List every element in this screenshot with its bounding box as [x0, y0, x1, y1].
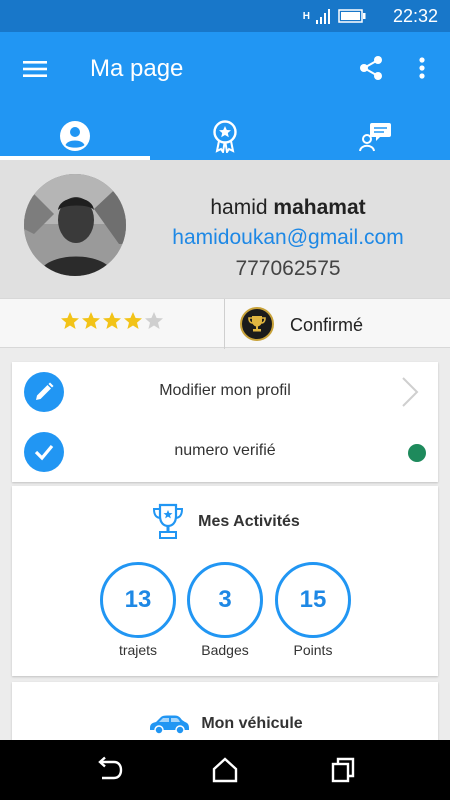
profile-name: hamid mahamat — [150, 196, 426, 220]
stat-trips[interactable]: 13 trajets — [100, 562, 176, 658]
recent-apps-button[interactable] — [328, 756, 358, 784]
star-filled-icon — [124, 312, 142, 329]
stat-label: Badges — [201, 642, 249, 658]
chat-user-icon — [359, 123, 391, 152]
vehicle-header: Mon véhicule — [12, 712, 438, 736]
stat-value: 15 — [275, 562, 351, 638]
activities-header: Mes Activités — [12, 502, 438, 542]
account-circle-icon — [60, 121, 90, 151]
status-time: 22:32 — [392, 6, 438, 26]
verified-circle — [24, 432, 64, 472]
app-bar: Ma page — [0, 32, 450, 160]
stat-points[interactable]: 15 Points — [275, 562, 351, 658]
star-rating — [60, 311, 166, 333]
page-title: Ma page — [90, 55, 184, 82]
trophy-icon — [248, 316, 266, 332]
menu-button[interactable] — [20, 54, 50, 84]
edit-circle — [24, 372, 64, 412]
star-filled-icon — [61, 312, 79, 329]
phone-verified-label: numero verifié — [174, 442, 276, 459]
first-name: hamid — [210, 196, 268, 219]
share-icon — [360, 56, 382, 80]
edit-profile-row[interactable]: Modifier mon profil — [12, 362, 438, 422]
recent-apps-icon — [331, 757, 355, 783]
stat-label: trajets — [118, 642, 158, 658]
avatar-photo-icon — [24, 174, 126, 276]
back-arrow-icon — [98, 756, 123, 780]
trophy-outline-icon — [153, 503, 184, 539]
last-name: mahamat — [273, 196, 366, 219]
stat-value: 13 — [100, 562, 176, 638]
profile-actions-card: Modifier mon profil numero verifié — [12, 362, 438, 482]
status-bar: H 22:32 — [0, 0, 450, 32]
system-nav-bar — [0, 740, 450, 800]
network-type-label: H — [302, 10, 310, 22]
home-icon — [212, 757, 238, 783]
battery-icon — [338, 9, 366, 23]
home-button[interactable] — [210, 756, 240, 784]
star-filled-icon — [82, 312, 100, 329]
stat-badges[interactable]: 3 Badges — [187, 562, 263, 658]
status-icons: H — [303, 7, 366, 25]
verified-status-dot — [408, 444, 426, 462]
rating-bar: Confirmé — [0, 298, 450, 349]
star-filled-icon — [103, 312, 121, 329]
level-badge — [240, 307, 274, 341]
profile-email[interactable]: hamidoukan@gmail.com — [140, 226, 436, 250]
car-icon — [150, 715, 190, 735]
phone-verified-row: numero verifié — [12, 422, 438, 482]
edit-profile-label: Modifier mon profil — [159, 382, 291, 399]
tab-badges[interactable] — [150, 112, 300, 160]
profile-phone: 777062575 — [235, 257, 341, 280]
share-button[interactable] — [356, 53, 386, 83]
hamburger-menu-icon — [23, 61, 47, 77]
level-label: Confirmé — [290, 315, 364, 335]
tab-bar — [0, 112, 450, 160]
avatar[interactable] — [24, 174, 126, 276]
award-badge-icon — [213, 120, 237, 153]
vehicle-title: Mon véhicule — [201, 715, 303, 732]
profile-header: hamid mahamat hamidoukan@gmail.com 77706… — [0, 160, 450, 298]
divider — [224, 299, 225, 349]
star-empty-icon — [145, 312, 163, 329]
back-button[interactable] — [94, 756, 124, 784]
tab-messages[interactable] — [300, 112, 450, 160]
more-options-button[interactable] — [410, 53, 434, 83]
pencil-icon — [36, 382, 54, 400]
signal-icon — [316, 9, 330, 24]
stat-label: Points — [293, 642, 333, 658]
check-icon — [34, 444, 54, 461]
tab-profile[interactable] — [0, 112, 150, 160]
activities-card: Mes Activités 13 trajets 3 Badges 15 Poi… — [12, 486, 438, 676]
more-vert-icon — [419, 57, 425, 79]
stat-value: 3 — [187, 562, 263, 638]
chevron-right-icon — [402, 377, 419, 407]
activities-title: Mes Activités — [198, 513, 300, 530]
